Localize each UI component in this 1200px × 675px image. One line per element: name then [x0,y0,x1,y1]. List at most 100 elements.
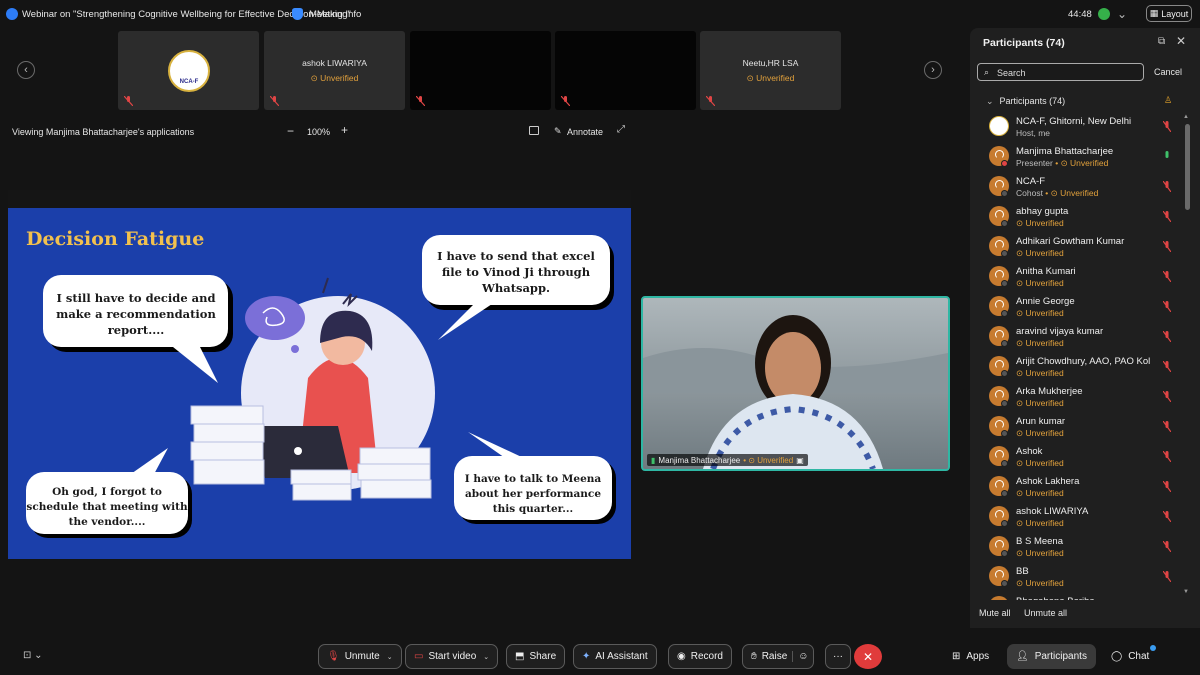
record-button[interactable]: ◉ Record [668,644,732,669]
mic-muted-icon[interactable] [1163,361,1171,372]
mic-muted-icon [706,96,715,106]
unverified-text: Unverified [1070,158,1109,168]
meeting-timer: 44:48 [1068,9,1092,20]
mic-muted-icon[interactable] [1163,181,1171,192]
chevron-down-icon[interactable]: ⌄ [483,653,489,661]
search-box[interactable]: ⌕ [977,63,1144,81]
mic-muted-icon[interactable] [1163,421,1171,432]
layout-button[interactable]: ▦ Layout [1146,5,1192,22]
participant-row[interactable]: ashok LIWARIYA ⊙ Unverified [970,502,1182,532]
unverified-label: ⊙ Unverified [1016,278,1064,288]
participant-row[interactable]: Arun kumar ⊙ Unverified [970,412,1182,442]
mute-all-button[interactable]: Mute all [979,608,1011,618]
unverified-text: Unverified [1025,488,1064,498]
video-tile-ashok-liwariya[interactable]: ashok LIWARIYA ⊙ Unverified [264,31,405,110]
captions-menu-button[interactable]: ⊡ ⌄ [23,650,43,661]
participant-row[interactable]: Ashok Lakhera ⊙ Unverified [970,472,1182,502]
mic-muted-icon[interactable] [1163,301,1171,312]
start-video-button[interactable]: ▭ Start video ⌄ [405,644,499,669]
mic-muted-icon[interactable] [1163,121,1171,132]
close-icon[interactable]: ✕ [1176,34,1186,48]
ai-assistant-button[interactable]: ✦ AI Assistant [573,644,657,669]
raise-hand-button[interactable]: ✋︎ Raise ☺ [742,644,814,669]
unmute-all-button[interactable]: Unmute all [1024,608,1067,618]
participant-row[interactable]: Anitha Kumari ⊙ Unverified [970,262,1182,292]
participant-row[interactable]: Arka Mukherjee ⊙ Unverified [970,382,1182,412]
participant-row[interactable]: Manjima Bhattacharjee Presenter • ⊙ Unver… [970,142,1182,172]
mic-muted-icon[interactable] [1163,451,1171,462]
meeting-info-link[interactable]: Meeting Info [309,9,361,20]
device-badge-icon [1001,520,1008,527]
participant-row[interactable]: Arijit Chowdhury, AAO, PAO Kol ⊙ Unverifi… [970,352,1182,382]
annotate-button[interactable]: Annotate [567,127,603,137]
share-button[interactable]: ⬒ Share [506,644,566,669]
minimize-icon[interactable]: ⌄ [1117,7,1127,21]
unverified-text: Unverified [1025,398,1064,408]
more-options-button[interactable]: ··· [825,644,851,669]
mic-muted-icon[interactable] [1163,211,1171,222]
leave-meeting-button[interactable]: ✕ [854,644,882,669]
video-tile-nca-f[interactable]: NCA-F [118,31,259,110]
scroll-down-arrow[interactable]: ▼ [1183,589,1189,595]
connection-status-icon[interactable] [1098,8,1110,20]
presenter-video[interactable]: ▮ Manjima Bhattacharjee • ⊙ Unverified ▣ [641,296,950,471]
mic-muted-icon[interactable] [1163,391,1171,402]
mic-muted-icon[interactable] [1163,271,1171,282]
chevron-down-icon[interactable]: ⌄ [387,653,393,661]
video-tile-4[interactable] [555,31,696,110]
mic-on-icon[interactable] [1163,151,1171,162]
search-input[interactable] [997,66,1137,79]
apps-icon: ⊞ [952,651,961,662]
mic-muted-icon[interactable] [1163,571,1171,582]
chat-label: Chat [1128,651,1150,662]
lobby-icon[interactable]: ♙ [1164,95,1172,106]
mic-muted-icon [561,96,570,106]
participants-group-header[interactable]: ⌄ Participants (74) [986,96,1065,107]
annotate-pen-icon[interactable]: ✎ [554,126,562,137]
thought-cloud-icon [245,296,305,340]
mic-muted-icon[interactable] [1163,481,1171,492]
unmute-button[interactable]: 🎙︎ Unmute ⌄ [318,644,402,669]
filmstrip-next-button[interactable]: › [924,61,942,79]
unverified-text: Unverified [1025,578,1064,588]
shield-icon[interactable] [292,8,303,20]
screen-view-icon[interactable] [529,126,539,135]
participant-row[interactable]: aravind vijaya kumar ⊙ Unverified [970,322,1182,352]
participant-row[interactable]: NCA-F, Ghitorni, New Delhi Host, me [970,112,1182,142]
filmstrip-prev-button[interactable]: ‹ [17,61,35,79]
cancel-button[interactable]: Cancel [1154,67,1182,77]
participant-name: abhay gupta [1016,206,1069,217]
participant-row[interactable]: BB ⊙ Unverified [970,562,1182,592]
video-tile-neetu[interactable]: Neetu,HR LSA ⊙ Unverified [700,31,841,110]
participants-button[interactable]: 👤︎ Participants [1007,644,1096,669]
mic-muted-icon[interactable] [1163,541,1171,552]
tile-name: ashok LIWARIYA [302,58,367,68]
participant-name: B S Meena [1016,536,1063,547]
popout-icon[interactable]: ⧉ [1158,36,1165,47]
participant-row[interactable]: B S Meena ⊙ Unverified [970,532,1182,562]
participants-list: NCA-F, Ghitorni, New Delhi Host, me Manjim… [970,112,1182,600]
zoom-in-button[interactable]: + [341,123,348,137]
scroll-up-arrow[interactable]: ▲ [1183,114,1189,120]
zoom-out-button[interactable]: − [287,124,294,138]
participant-row[interactable]: Adhikari Gowtham Kumar ⊙ Unverified [970,232,1182,262]
video-tile-3[interactable] [410,31,551,110]
participant-row[interactable]: abhay gupta ⊙ Unverified [970,202,1182,232]
mic-muted-icon[interactable] [1163,241,1171,252]
participant-row[interactable]: NCA-F Cohost • ⊙ Unverified [970,172,1182,202]
unverified-text: Unverified [1025,308,1064,318]
participant-status: ⊙ Unverified [1016,428,1064,439]
participant-row[interactable]: Bhagabana Bariha [970,592,1182,600]
scrollbar-thumb[interactable] [1185,124,1190,210]
mic-muted-icon[interactable] [1163,331,1171,342]
participant-row[interactable]: Ashok ⊙ Unverified [970,442,1182,472]
bubble-tl-line-1: I still have to decide and [56,291,215,305]
participants-panel: Participants (74) ⧉ ✕ ⌕ Cancel ⌄ Particip… [970,28,1200,628]
expand-icon[interactable]: ⤢ [617,124,625,135]
apps-button[interactable]: ⊞ Apps [943,644,998,669]
participant-status: ⊙ Unverified [1016,518,1064,529]
participant-row[interactable]: Annie George ⊙ Unverified [970,292,1182,322]
participants-label: Participants [1034,651,1087,662]
mic-muted-icon[interactable] [1163,511,1171,522]
reactions-icon[interactable]: ☺ [792,651,809,662]
